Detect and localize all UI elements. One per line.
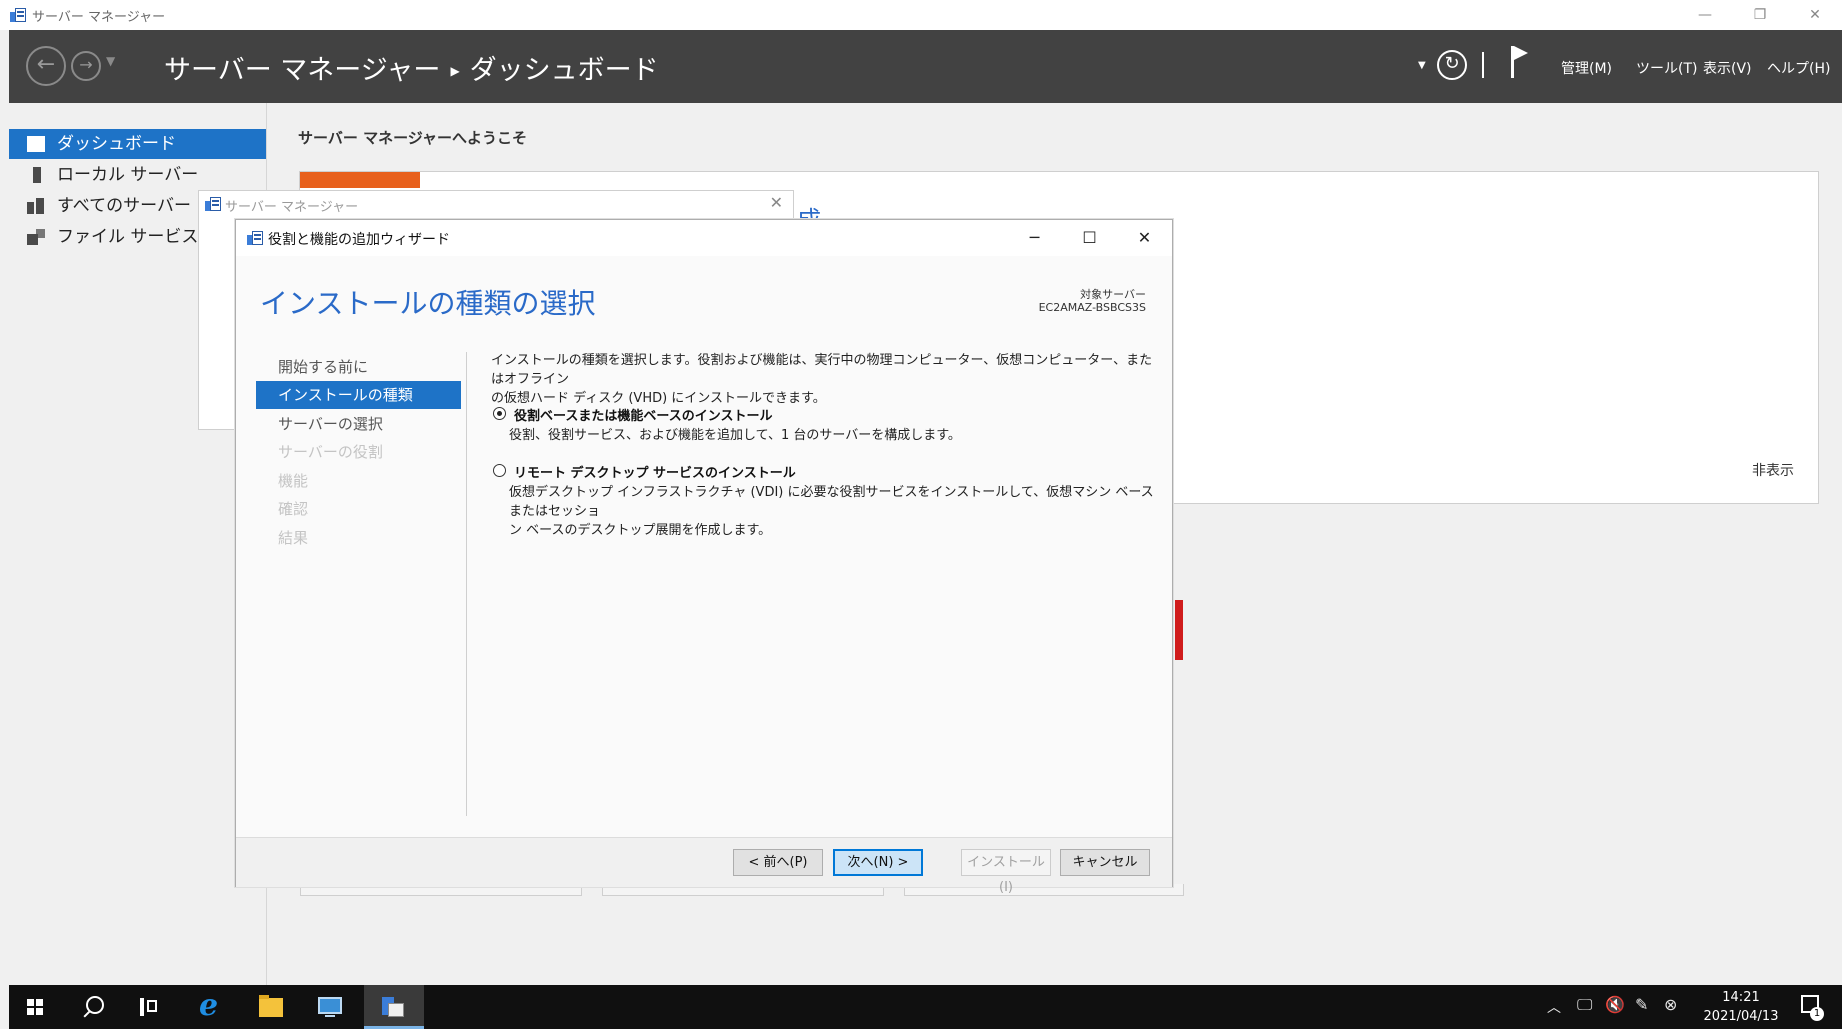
background-dialog-close-icon[interactable]: ✕ — [770, 193, 783, 212]
app-header: ← → ▼ サーバー マネージャー ▶ ダッシュボード ▼ ↻ 管理(M) ツール(… — [9, 30, 1842, 103]
window-titlebar: サーバー マネージャー — ❐ ✕ — [0, 0, 1842, 30]
server-manager-app-icon — [205, 197, 221, 211]
refresh-icon[interactable]: ↻ — [1437, 50, 1467, 80]
menu-tools[interactable]: ツール(T) — [1636, 58, 1697, 78]
wizard-close-button[interactable]: ✕ — [1117, 220, 1172, 256]
notification-count-badge: 1 — [1810, 1007, 1824, 1021]
forward-arrow-icon[interactable]: → — [71, 51, 101, 81]
wizard-step-installation-type[interactable]: インストールの種類 — [256, 381, 461, 409]
task-view-icon[interactable] — [126, 985, 178, 1029]
servers-icon — [27, 198, 45, 214]
welcome-heading: サーバー マネージャーへようこそ — [298, 129, 528, 147]
sidebar-item-label: ローカル サーバー — [57, 165, 199, 185]
wizard-minimize-button[interactable]: ─ — [1007, 220, 1062, 256]
wizard-title: 役割と機能の追加ウィザード — [268, 232, 450, 248]
hide-welcome-link[interactable]: 非表示 — [1752, 460, 1794, 480]
window-minimize-button[interactable]: — — [1682, 0, 1728, 30]
installation-type-description: インストールの種類を選択します。役割および機能は、実行中の物理コンピューター、仮… — [491, 351, 1156, 408]
description-line: 仮想デスクトップ インフラストラクチャ (VDI) に必要な役割サービスをインス… — [509, 485, 1154, 519]
description-line: インストールの種類を選択します。役割および機能は、実行中の物理コンピューター、仮… — [491, 353, 1153, 387]
network-icon[interactable]: 🖵 — [1577, 995, 1592, 1015]
wizard-nav-divider — [466, 352, 467, 816]
remote-desktop-icon[interactable] — [304, 985, 356, 1029]
description-line: ン ベースのデスクトップ展開を作成します。 — [509, 523, 772, 538]
window-title: サーバー マネージャー — [32, 10, 166, 25]
notifications-flag-icon[interactable] — [1509, 46, 1531, 80]
menu-manage[interactable]: 管理(M) — [1561, 58, 1612, 78]
file-storage-icon — [27, 229, 45, 245]
pen-icon[interactable]: ✎ — [1635, 995, 1648, 1014]
cancel-button[interactable]: キャンセル — [1060, 849, 1150, 876]
wizard-footer: < 前へ(P) 次へ(N) > インストール(I) キャンセル — [236, 837, 1172, 895]
add-roles-wizard: 役割と機能の追加ウィザード ─ ☐ ✕ インストールの種類の選択 対象サーバー … — [235, 219, 1173, 895]
wizard-step-before-you-begin[interactable]: 開始する前に — [256, 353, 461, 381]
menu-help[interactable]: ヘルプ(H) — [1767, 58, 1830, 78]
wizard-step-results: 結果 — [278, 529, 309, 547]
alert-status-bar — [1175, 600, 1183, 660]
clock-time[interactable]: 14:21 — [1706, 990, 1776, 1005]
target-server-value: EC2AMAZ-BSBCS3S — [1038, 301, 1146, 314]
status-error-icon[interactable]: ⊗ — [1664, 995, 1677, 1014]
page-title: サーバー マネージャー ▶ ダッシュボード — [164, 48, 659, 87]
window-close-button[interactable]: ✕ — [1792, 0, 1838, 30]
server-manager-app-icon — [10, 8, 26, 22]
remote-desktop-install-title[interactable]: リモート デスクトップ サービスのインストール — [514, 462, 796, 481]
search-icon[interactable] — [69, 985, 121, 1029]
role-based-install-title[interactable]: 役割ベースまたは機能ベースのインストール — [514, 405, 772, 424]
breadcrumb-root: サーバー マネージャー — [164, 55, 441, 86]
role-based-install-radio[interactable] — [493, 407, 506, 420]
wizard-maximize-button[interactable]: ☐ — [1062, 220, 1117, 256]
sidebar-item-local-server[interactable]: ローカル サーバー — [9, 160, 266, 190]
file-explorer-icon[interactable] — [245, 985, 297, 1029]
wizard-step-features: 機能 — [278, 472, 309, 490]
back-arrow-icon[interactable]: ← — [26, 46, 66, 86]
taskbar: e ︿ 🖵 🔇 ✎ ⊗ 14:21 2021/04/13 1 — [9, 985, 1842, 1029]
header-divider — [1482, 52, 1484, 78]
install-button: インストール(I) — [961, 849, 1051, 895]
clock-date[interactable]: 2021/04/13 — [1696, 1009, 1786, 1024]
dashboard-icon — [27, 136, 45, 152]
window-restore-button[interactable]: ❐ — [1737, 0, 1783, 30]
server-manager-taskbar-button[interactable] — [364, 985, 424, 1029]
breadcrumb-current: ダッシュボード — [469, 55, 659, 86]
wizard-step-server-selection[interactable]: サーバーの選択 — [256, 410, 461, 438]
show-hidden-icons-icon[interactable]: ︿ — [1547, 997, 1561, 1017]
previous-button[interactable]: < 前へ(P) — [733, 849, 823, 876]
remote-desktop-install-description: 仮想デスクトップ インフラストラクチャ (VDI) に必要な役割サービスをインス… — [509, 483, 1164, 540]
quick-start-tile[interactable] — [300, 172, 420, 188]
breadcrumb-separator-icon: ▶ — [450, 64, 460, 78]
sidebar-item-label: すべてのサーバー — [57, 196, 191, 216]
menu-view[interactable]: 表示(V) — [1703, 58, 1752, 78]
role-based-install-description: 役割、役割サービス、および機能を追加して、1 台のサーバーを構成します。 — [509, 428, 961, 443]
sidebar-item-dashboard[interactable]: ダッシュボード — [9, 129, 266, 159]
refresh-dropdown-icon[interactable]: ▼ — [1418, 60, 1426, 71]
server-icon — [33, 167, 41, 183]
wizard-heading: インストールの種類の選択 — [260, 287, 596, 320]
remote-desktop-install-radio[interactable] — [493, 464, 506, 477]
background-dialog-title: サーバー マネージャー — [225, 200, 359, 215]
nav-dropdown-icon[interactable]: ▼ — [106, 54, 115, 68]
wizard-app-icon — [247, 231, 263, 245]
internet-explorer-icon[interactable]: e — [185, 985, 237, 1029]
start-button[interactable] — [9, 985, 61, 1029]
sidebar-item-label: ダッシュボード — [57, 134, 176, 154]
target-server-label: 対象サーバー — [1080, 288, 1146, 301]
next-button[interactable]: 次へ(N) > — [833, 849, 923, 876]
wizard-titlebar: 役割と機能の追加ウィザード ─ ☐ ✕ — [236, 220, 1172, 256]
volume-muted-icon[interactable]: 🔇 — [1605, 995, 1625, 1014]
wizard-step-confirmation: 確認 — [278, 500, 309, 518]
wizard-step-server-roles: サーバーの役割 — [278, 443, 383, 461]
